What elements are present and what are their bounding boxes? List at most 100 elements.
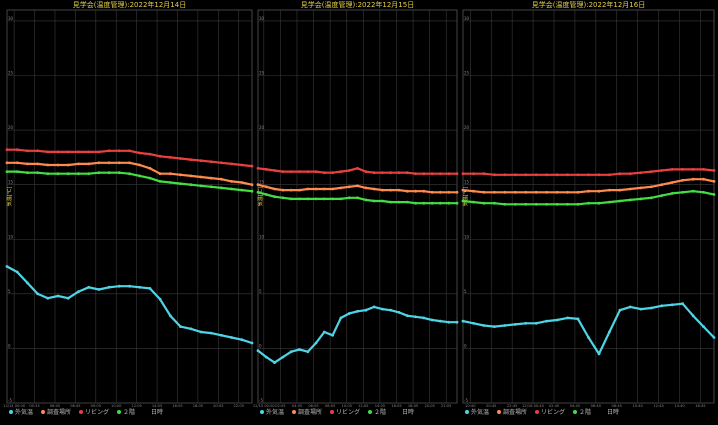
y-axis-label: 気温[℃]: [6, 187, 13, 207]
legend-marker: [79, 410, 83, 414]
data-point: [289, 197, 293, 201]
data-point: [461, 319, 465, 323]
data-point: [513, 173, 517, 177]
data-point: [649, 306, 653, 310]
data-point: [493, 201, 496, 205]
data-point: [56, 150, 60, 154]
data-point: [356, 166, 359, 170]
series-２階: [256, 190, 459, 205]
data-point: [513, 190, 517, 194]
data-point: [220, 177, 223, 181]
data-point: [628, 305, 632, 309]
data-point: [372, 187, 376, 191]
data-point: [26, 149, 29, 153]
data-point: [618, 308, 622, 312]
x-tick-label: 16:05: [172, 404, 182, 408]
data-point: [256, 190, 260, 194]
data-point: [587, 189, 590, 193]
x-tick-label: 22:05: [234, 404, 244, 408]
data-point: [273, 361, 276, 364]
data-point: [461, 199, 465, 203]
data-point: [306, 170, 310, 174]
data-point: [87, 285, 91, 289]
data-point: [534, 202, 538, 206]
data-point: [347, 169, 351, 172]
data-point: [189, 158, 193, 162]
chart-panel-3: 10:40 20:45 22:45 12/16 00:45 02:45 04:45 06:4…: [461, 0, 716, 416]
data-point: [5, 265, 9, 268]
x-tick-label: 10:00: [111, 404, 122, 408]
data-point: [322, 197, 326, 201]
data-point: [681, 178, 684, 182]
data-point: [455, 190, 459, 194]
x-tick-label: 12/14 00:00: [3, 404, 26, 408]
y-tick-label: 20: [8, 125, 14, 130]
data-point: [545, 319, 549, 323]
y-tick-label: 0: [8, 343, 11, 348]
data-point: [179, 325, 182, 328]
data-point: [660, 194, 664, 198]
data-point: [472, 321, 475, 325]
data-point: [587, 201, 590, 205]
x-tick-label: 20:05: [424, 404, 434, 408]
data-point: [405, 314, 409, 318]
data-point: [56, 294, 60, 298]
legend-label: ２階: [579, 408, 591, 416]
data-point: [148, 287, 152, 290]
data-point: [430, 201, 434, 205]
plot-frame: [6, 9, 253, 404]
data-point: [322, 187, 326, 191]
data-point: [256, 183, 260, 187]
y-tick-label: 10: [8, 234, 14, 239]
data-point: [389, 200, 393, 204]
data-point: [414, 172, 417, 176]
data-point: [322, 330, 326, 334]
data-point: [587, 173, 590, 177]
data-point: [356, 184, 359, 188]
data-point: [240, 338, 244, 342]
data-point: [331, 333, 334, 337]
plot-frame: [257, 9, 458, 404]
data-point: [461, 188, 465, 192]
legend-marker: [9, 410, 13, 414]
series-line: [257, 305, 457, 364]
legend-label: 外気温: [471, 408, 489, 416]
data-point: [298, 188, 301, 192]
legend-marker: [573, 410, 577, 414]
series-外気温: [256, 305, 459, 364]
x-tick-label: 14:40: [674, 404, 685, 408]
data-point: [240, 163, 244, 167]
data-point: [264, 355, 268, 359]
x-tick-label: 10:40: [465, 404, 476, 408]
data-point: [513, 202, 517, 206]
x-tick-label: 12/15 00:00: [253, 404, 276, 408]
data-point: [555, 173, 559, 177]
data-point: [524, 190, 528, 194]
data-point: [189, 183, 193, 187]
data-point: [513, 323, 517, 326]
y-tick-label: 15: [464, 180, 470, 185]
data-point: [503, 190, 507, 194]
data-point: [289, 188, 293, 192]
y-tick-label: 10: [464, 234, 470, 239]
data-point: [168, 181, 172, 184]
data-point: [128, 149, 131, 153]
y-tick-label: 20: [259, 125, 265, 130]
data-point: [179, 182, 182, 186]
data-point: [576, 317, 580, 321]
series-外気温: [461, 302, 716, 356]
y-tick-label: 25: [464, 71, 470, 76]
data-point: [712, 193, 716, 196]
data-point: [250, 341, 254, 345]
y-tick-label: 5: [464, 289, 467, 294]
x-tick-label: 08:05: [325, 404, 335, 408]
data-point: [66, 150, 70, 154]
series-line: [6, 265, 253, 345]
series-外気温: [5, 265, 254, 345]
data-point: [628, 187, 632, 191]
x-tick-label: 12:05: [131, 404, 141, 408]
x-tick-label: 06:05: [308, 404, 318, 408]
data-point: [608, 173, 611, 177]
data-point: [712, 169, 716, 172]
y-tick-label: 25: [8, 71, 14, 76]
